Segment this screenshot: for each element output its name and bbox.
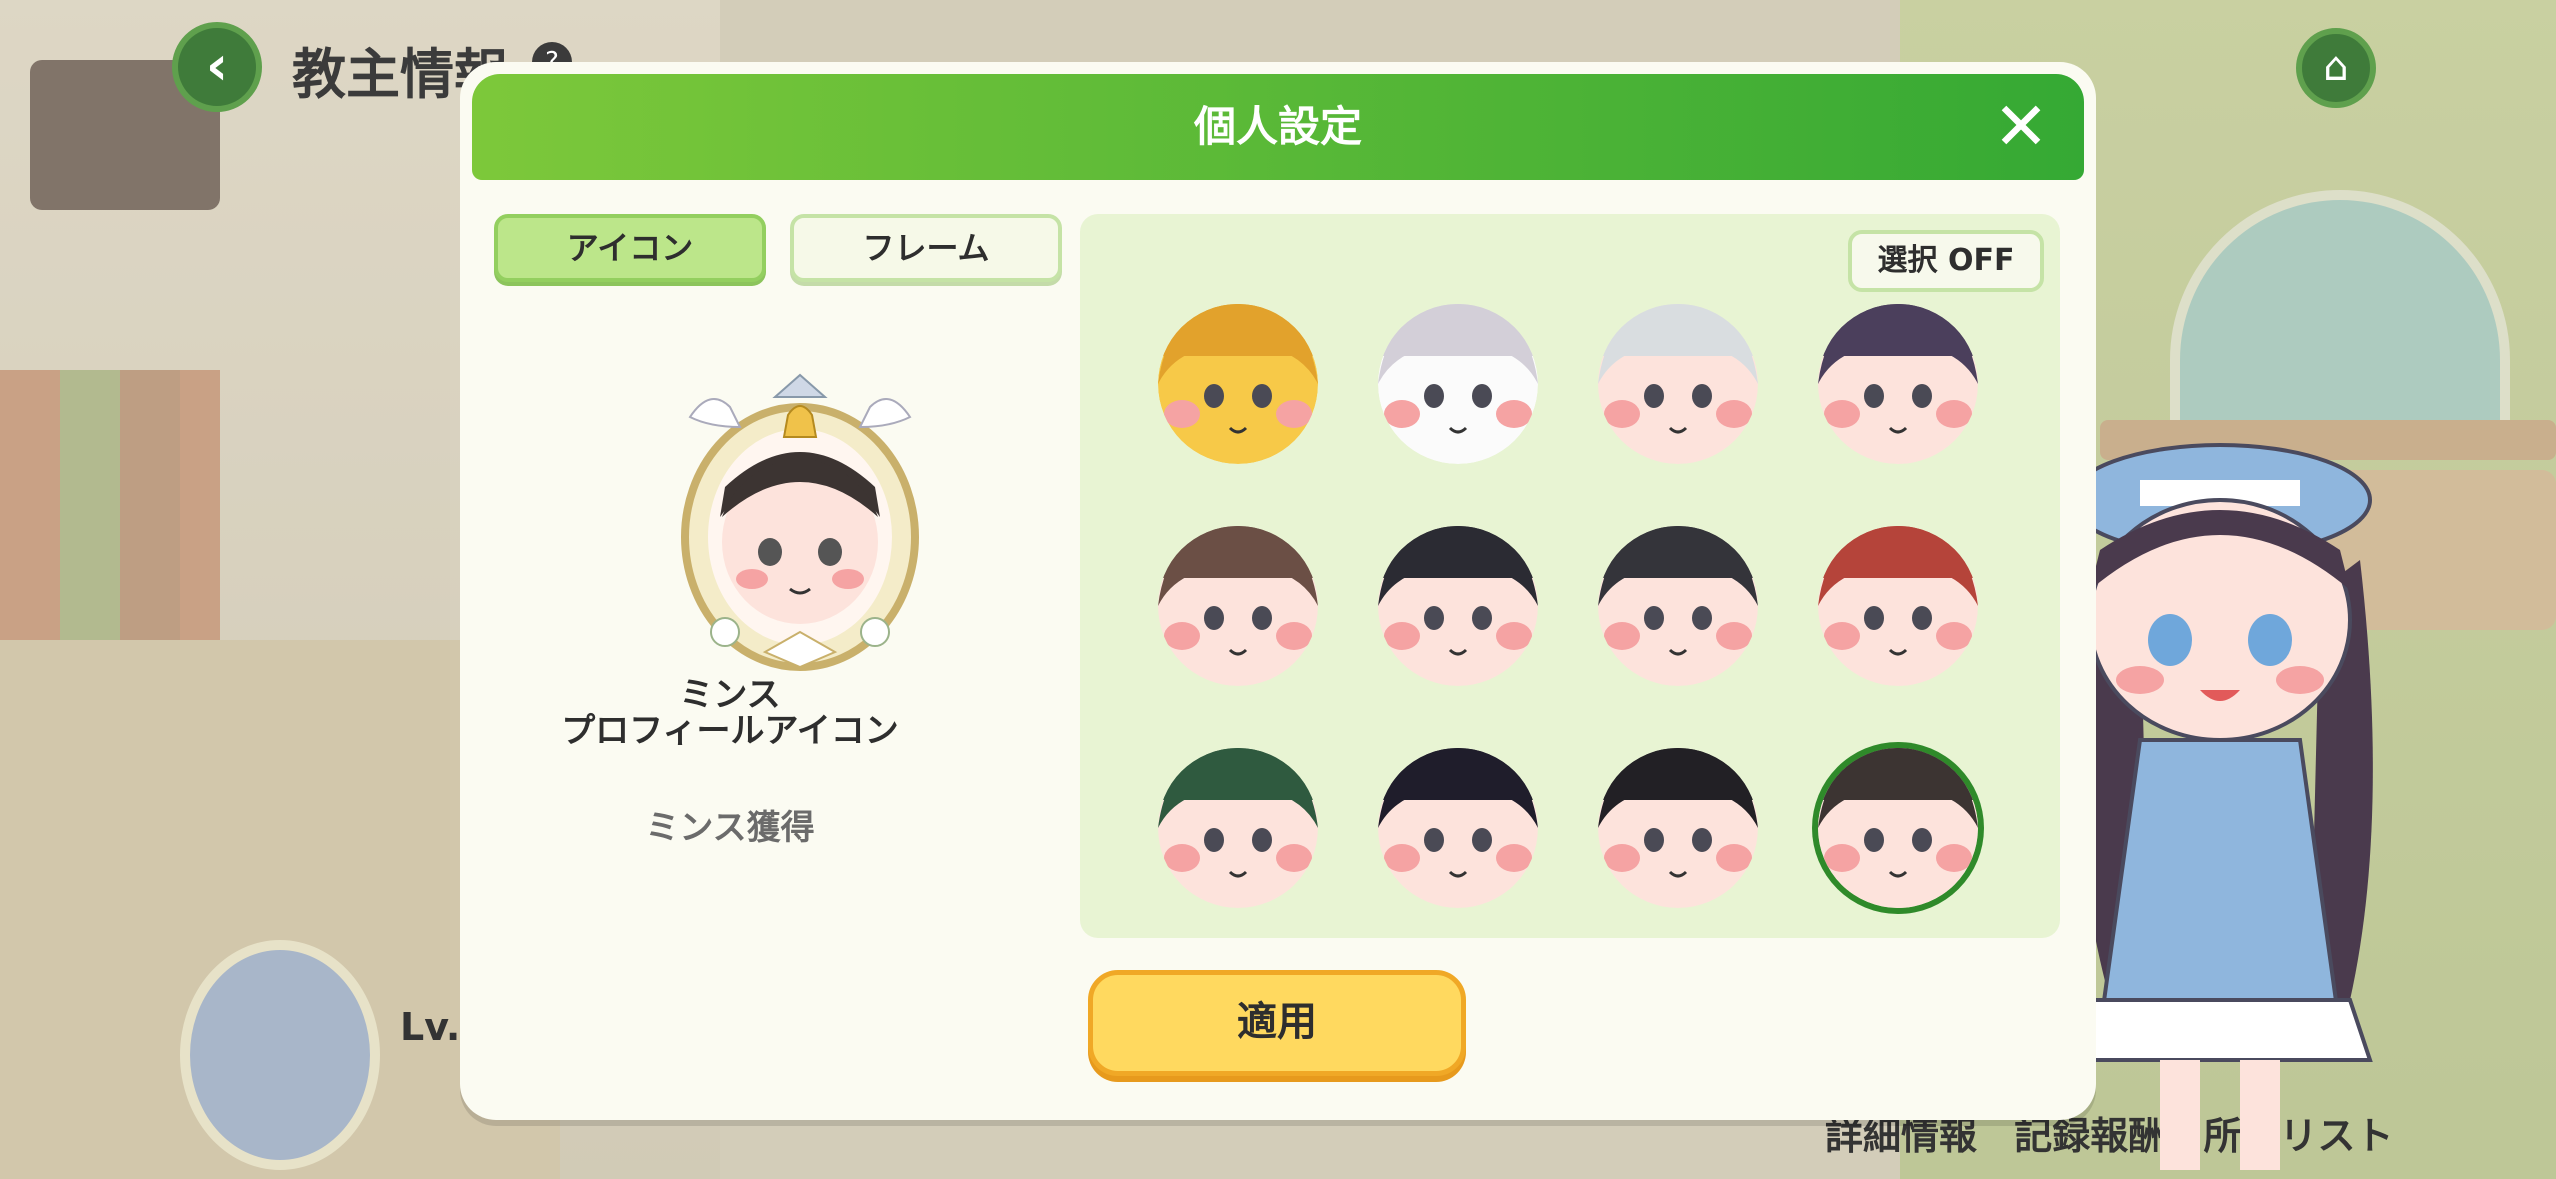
minsu-avatar-icon[interactable] — [1818, 748, 1978, 908]
pumpkin-ghost-avatar-icon[interactable] — [1378, 304, 1538, 464]
black-cap-avatar-icon-art — [1378, 526, 1538, 686]
chevron-left-icon: ‹ — [205, 34, 229, 97]
black-hair-avatar-icon-art — [1598, 748, 1758, 908]
avatar-name-line2: プロフィールアイコン — [561, 711, 899, 751]
personal-settings-modal: 個人設定 ✕ アイコン フレーム ミンス プロフィールアイコン ミンス獲得 選択… — [460, 62, 2096, 1120]
selected-avatar-preview — [681, 373, 919, 671]
tab-frame[interactable]: フレーム — [790, 214, 1062, 282]
red-cap-sunglasses-avatar-icon-art — [1818, 526, 1978, 686]
modal-header: 個人設定 ✕ — [472, 74, 2084, 180]
silver-hair-avatar-icon[interactable] — [1598, 304, 1758, 464]
black-beanie-avatar-icon-art — [1598, 526, 1758, 686]
avatar-name: ミンス プロフィールアイコン — [520, 677, 940, 749]
yellow-bee-avatar-icon[interactable] — [1158, 304, 1318, 464]
avatar-source: ミンス獲得 — [645, 808, 815, 848]
red-cap-sunglasses-avatar-icon[interactable] — [1818, 526, 1978, 686]
apply-button[interactable]: 適用 — [1088, 970, 1466, 1076]
home-icon: ⌂ — [2323, 44, 2349, 90]
black-hair-avatar-icon[interactable] — [1598, 748, 1758, 908]
dark-navy-hair-avatar-icon-art — [1378, 748, 1538, 908]
green-hair-avatar-icon[interactable] — [1158, 748, 1318, 908]
purple-hair-avatar-icon-art — [1818, 304, 1978, 464]
modal-title: 個人設定 — [1193, 102, 1362, 151]
silver-hair-avatar-icon-art — [1598, 304, 1758, 464]
avatar-name-line1: ミンス — [679, 675, 781, 715]
pumpkin-ghost-avatar-icon-art — [1378, 304, 1538, 464]
black-cap-avatar-icon[interactable] — [1378, 526, 1538, 686]
close-icon[interactable]: ✕ — [1986, 92, 2056, 162]
profile-avatar-frame[interactable] — [180, 940, 380, 1170]
yellow-bee-avatar-icon-art — [1158, 304, 1318, 464]
back-button[interactable]: ‹ — [172, 22, 262, 112]
minsu-avatar-icon-art — [1818, 748, 1978, 908]
tab-icon[interactable]: アイコン — [494, 214, 766, 282]
black-beanie-avatar-icon[interactable] — [1598, 526, 1758, 686]
icon-grid-panel: 選択 OFF — [1080, 214, 2060, 938]
home-button[interactable]: ⌂ — [2296, 28, 2376, 108]
green-hair-avatar-icon-art — [1158, 748, 1318, 908]
detail-info-link[interactable]: 詳細情報 — [1825, 1114, 1977, 1158]
brown-hair-headband-avatar-icon-art — [1158, 526, 1318, 686]
brown-hair-headband-avatar-icon[interactable] — [1158, 526, 1318, 686]
purple-hair-avatar-icon[interactable] — [1818, 304, 1978, 464]
select-off-toggle[interactable]: 選択 OFF — [1848, 230, 2044, 292]
dark-navy-hair-avatar-icon[interactable] — [1378, 748, 1538, 908]
